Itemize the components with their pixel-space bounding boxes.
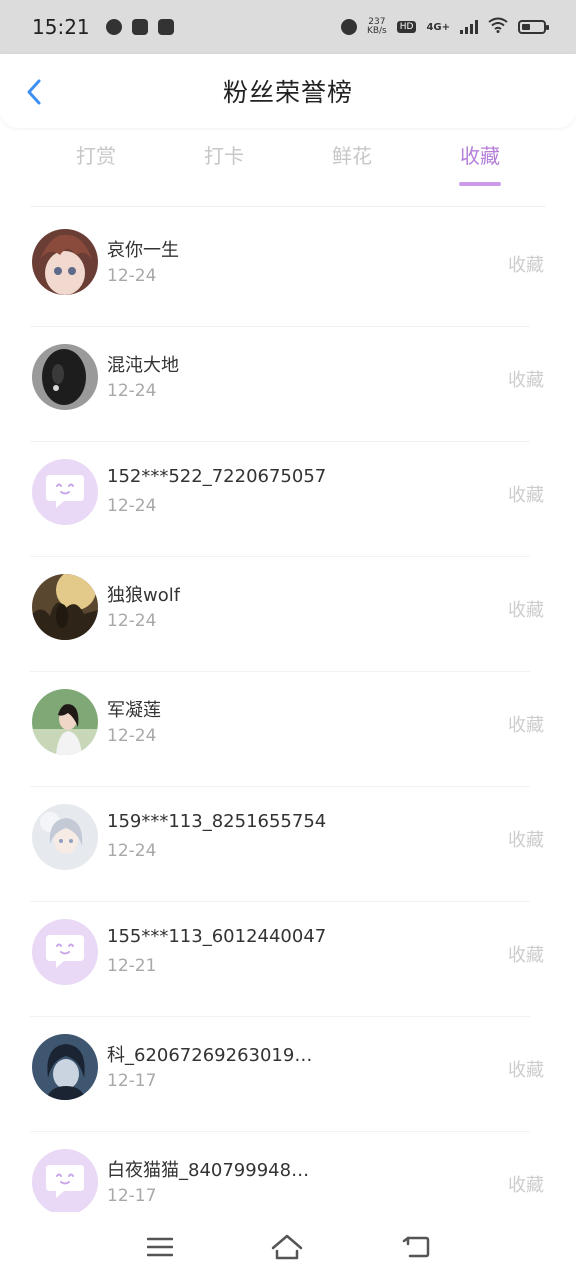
- user-name: 独狼wolf: [107, 585, 181, 606]
- status-system-icons: 237 KB/s HD 4G+: [340, 17, 549, 37]
- menu-button[interactable]: [143, 1230, 177, 1264]
- date: 12-24: [107, 381, 157, 401]
- screen: 15:21 237 KB/s HD 4G+ 粉丝荣誉榜 打赏 打卡 鲜花 收藏 …: [0, 0, 576, 1280]
- user-name: 159***113_8251655754: [107, 811, 327, 832]
- status-time: 15:21: [32, 15, 90, 39]
- signal-label: 4G+: [426, 21, 450, 33]
- home-button[interactable]: [270, 1230, 304, 1264]
- list-item[interactable]: 155***113_6012440047 12-21 收藏: [0, 902, 576, 1017]
- action-label: 收藏: [508, 1060, 544, 1081]
- wifi-icon: [488, 17, 508, 37]
- tab-checkin[interactable]: 打卡: [204, 140, 244, 169]
- list-item[interactable]: 科_62067269263019… 12-17 收藏: [0, 1017, 576, 1132]
- user-name: 152***522_7220675057: [107, 466, 327, 487]
- back-nav-button[interactable]: [399, 1230, 433, 1264]
- list-item[interactable]: 混沌大地 12-24 收藏: [0, 327, 576, 442]
- tab-reward[interactable]: 打赏: [76, 140, 116, 169]
- date: 12-24: [107, 841, 157, 861]
- list-item[interactable]: 152***522_7220675057 12-24 收藏: [0, 442, 576, 557]
- header: 粉丝荣誉榜: [0, 54, 576, 128]
- net-speed: 237 KB/s: [367, 18, 387, 36]
- avatar: [32, 574, 98, 640]
- tab-flowers[interactable]: 鲜花: [332, 140, 372, 169]
- user-name: 科_62067269263019…: [107, 1045, 313, 1066]
- battery-icon: [518, 20, 549, 34]
- action-label: 收藏: [508, 485, 544, 506]
- divider: [30, 206, 546, 207]
- list-item[interactable]: 159***113_8251655754 12-24 收藏: [0, 787, 576, 902]
- list-item[interactable]: 哀你一生 12-24 收藏: [0, 212, 576, 327]
- status-bar: 15:21 237 KB/s HD 4G+: [0, 0, 576, 54]
- tab-label: 鲜花: [332, 144, 372, 168]
- fan-list: 哀你一生 12-24 收藏 混沌大地 12-24 收藏 152***522_72…: [0, 212, 576, 1247]
- back-button[interactable]: [20, 76, 48, 108]
- user-name: 哀你一生: [107, 240, 179, 261]
- date: 12-17: [107, 1071, 157, 1091]
- net-speed-unit: KB/s: [366, 26, 387, 36]
- alarm-icon: [340, 19, 357, 35]
- signal-icon: [460, 20, 478, 34]
- chat-bubble-icon: [46, 475, 84, 508]
- chat-bubble-icon: [46, 935, 84, 968]
- date: 12-24: [107, 611, 157, 631]
- tab-label: 打卡: [204, 144, 244, 168]
- chevron-left-icon: [27, 79, 41, 105]
- list-item[interactable]: 独狼wolf 12-24 收藏: [0, 557, 576, 672]
- avatar: [32, 919, 98, 985]
- hd-badge: HD: [396, 21, 417, 33]
- avatar: [32, 459, 98, 525]
- page-title: 粉丝荣誉榜: [222, 78, 353, 107]
- list-item[interactable]: 军凝莲 12-24 收藏: [0, 672, 576, 787]
- avatar: [32, 344, 98, 410]
- avatar: [32, 1149, 98, 1215]
- chat-bubble-icon: [46, 1165, 84, 1198]
- back-icon: [402, 1236, 430, 1258]
- user-name: 155***113_6012440047: [107, 926, 327, 947]
- date: 12-24: [107, 726, 157, 746]
- avatar: [32, 689, 98, 755]
- system-nav-bar: [0, 1212, 576, 1280]
- date: 12-24: [107, 266, 157, 286]
- tab-favorites[interactable]: 收藏: [459, 140, 501, 186]
- action-label: 收藏: [508, 1175, 544, 1196]
- avatar: [32, 229, 98, 295]
- date: 12-17: [107, 1186, 157, 1206]
- active-tab-indicator: [459, 182, 501, 186]
- mail-icon: [131, 19, 148, 35]
- tab-label: 收藏: [460, 144, 500, 168]
- date: 12-21: [107, 956, 157, 976]
- action-label: 收藏: [508, 715, 544, 736]
- action-label: 收藏: [508, 255, 544, 276]
- action-label: 收藏: [508, 830, 544, 851]
- avatar: [32, 1034, 98, 1100]
- wechat-icon: [105, 19, 122, 35]
- user-name: 混沌大地: [107, 355, 179, 376]
- tiktok-icon: [157, 19, 174, 35]
- tab-label: 打赏: [76, 144, 116, 168]
- menu-icon: [147, 1237, 173, 1257]
- user-name: 军凝莲: [107, 700, 161, 721]
- tab-bar: 打赏 打卡 鲜花 收藏: [0, 140, 576, 192]
- status-notification-icons: [105, 19, 174, 35]
- home-icon: [271, 1234, 303, 1260]
- avatar: [32, 804, 98, 870]
- user-name: 白夜猫猫_840799948…: [107, 1160, 310, 1181]
- action-label: 收藏: [508, 945, 544, 966]
- date: 12-24: [107, 496, 157, 516]
- action-label: 收藏: [508, 600, 544, 621]
- action-label: 收藏: [508, 370, 544, 391]
